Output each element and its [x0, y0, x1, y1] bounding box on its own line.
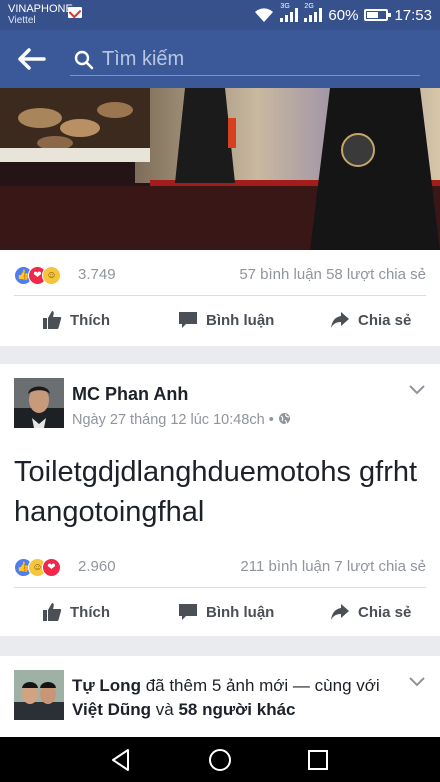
network-2g-label: 2G — [304, 3, 314, 10]
like-label: Thích — [70, 311, 110, 329]
signal-2g-icon: 2G — [304, 3, 323, 22]
share-label: Chia sẻ — [358, 311, 412, 329]
search-icon — [74, 50, 94, 70]
clock: 17:53 — [394, 6, 432, 24]
search-placeholder: Tìm kiếm — [102, 48, 185, 70]
comment-icon — [179, 312, 197, 328]
back-arrow-icon[interactable] — [16, 45, 48, 73]
tagged-user[interactable]: Việt Dũng — [72, 700, 151, 719]
avatar[interactable] — [14, 378, 64, 428]
haha-reaction-icon: ☺ — [42, 266, 61, 285]
battery-icon — [364, 9, 392, 21]
carrier-info: VINAPHONE Viettel — [8, 3, 73, 27]
reaction-count[interactable]: 2.960 — [78, 558, 116, 575]
post-text: Toiletgdjdlanghduemotohs gfrhthangotoing… — [14, 456, 418, 528]
like-icon — [43, 603, 62, 621]
reaction-icons[interactable]: 👍 ❤ ☺ — [14, 266, 61, 285]
status-bar: VINAPHONE Viettel 3G 2G 60% 17:53 — [0, 0, 440, 30]
post-1-footer: 👍 ❤ ☺ 3.749 57 bình luận 58 lượt chia sẻ… — [0, 250, 440, 346]
post-photo[interactable] — [0, 88, 440, 250]
share-button[interactable]: Chia sẻ — [330, 310, 411, 330]
tagged-others-cont[interactable]: khác — [257, 700, 296, 719]
comment-button[interactable]: Bình luận — [178, 310, 274, 330]
stage-photo-image — [0, 88, 440, 250]
tagged-others[interactable]: 58 người — [178, 700, 252, 719]
share-icon — [331, 312, 349, 328]
screen: VINAPHONE Viettel 3G 2G 60% 17:53 Tìm ki… — [0, 0, 440, 782]
system-nav-bar — [0, 737, 440, 782]
love-reaction-icon: ❤ — [42, 558, 61, 577]
meta-separator: • — [268, 412, 274, 428]
like-button[interactable]: Thích — [42, 310, 110, 330]
avatar-image — [14, 378, 64, 428]
back-triangle-icon[interactable] — [108, 747, 134, 773]
post-2-actions: Thích Bình luận Chia sẻ — [0, 588, 440, 638]
comment-share-counts[interactable]: 57 bình luận 58 lượt chia sẻ — [239, 266, 426, 283]
signal-3g-icon: 3G — [280, 3, 299, 22]
post-1-stats: 👍 ❤ ☺ 3.749 57 bình luận 58 lượt chia sẻ — [0, 254, 440, 294]
home-circle-icon[interactable] — [207, 747, 233, 773]
share-icon — [331, 604, 349, 620]
like-button[interactable]: Thích — [42, 602, 110, 622]
post-meta: Ngày 27 tháng 12 lúc 10:48ch • — [72, 412, 291, 428]
reaction-icons[interactable]: 👍 ☺ ❤ — [14, 558, 61, 577]
with-text: cùng với — [314, 676, 380, 695]
post-timestamp[interactable]: Ngày 27 tháng 12 lúc 10:48ch — [72, 412, 265, 428]
recents-square-icon[interactable] — [305, 747, 331, 773]
post-2-stats: 👍 ☺ ❤ 2.960 211 bình luận 7 lượt chia sẻ — [0, 546, 440, 586]
author-name[interactable]: MC Phan Anh — [72, 384, 188, 405]
like-label: Thích — [70, 603, 110, 621]
share-count[interactable]: 7 lượt chia sẻ — [334, 558, 426, 575]
search-input[interactable]: Tìm kiếm — [70, 42, 420, 76]
and-text: và — [155, 700, 174, 719]
share-count[interactable]: 58 lượt chia sẻ — [326, 266, 426, 283]
post-3: Tự Long đã thêm 5 ảnh mới — cùng với Việ… — [0, 656, 440, 737]
post-1-actions: Thích Bình luận Chia sẻ — [0, 296, 440, 346]
carrier-primary: VINAPHONE — [8, 3, 73, 15]
comment-count[interactable]: 211 bình luận — [240, 558, 330, 575]
comment-share-counts[interactable]: 211 bình luận 7 lượt chia sẻ — [240, 558, 426, 575]
battery-percent: 60% — [328, 6, 359, 24]
comment-button[interactable]: Bình luận — [178, 602, 274, 622]
wifi-icon — [255, 8, 274, 22]
comment-count[interactable]: 57 bình luận — [239, 266, 322, 283]
share-label: Chia sẻ — [358, 603, 412, 621]
post-2: MC Phan Anh Ngày 27 tháng 12 lúc 10:48ch… — [0, 364, 440, 636]
share-button[interactable]: Chia sẻ — [330, 602, 411, 622]
reaction-count[interactable]: 3.749 — [78, 266, 116, 283]
network-3g-label: 3G — [280, 3, 290, 10]
mail-icon — [68, 7, 82, 18]
post-header-text: Tự Long đã thêm 5 ảnh mới — cùng với Việ… — [72, 674, 412, 722]
avatar-image — [14, 670, 64, 720]
author-name[interactable]: Tự Long — [72, 676, 141, 695]
comment-label: Bình luận — [206, 311, 275, 329]
action-text: đã thêm 5 ảnh mới — — [145, 676, 310, 695]
avatar[interactable] — [14, 670, 64, 720]
globe-icon — [278, 413, 290, 425]
carrier-secondary: Viettel — [8, 15, 36, 26]
comment-label: Bình luận — [206, 603, 275, 621]
like-icon — [43, 311, 62, 329]
status-indicators: 3G 2G 60% 17:53 — [254, 3, 432, 25]
chevron-down-icon[interactable] — [408, 384, 426, 396]
comment-icon — [179, 604, 197, 620]
top-bar: Tìm kiếm — [0, 30, 440, 88]
